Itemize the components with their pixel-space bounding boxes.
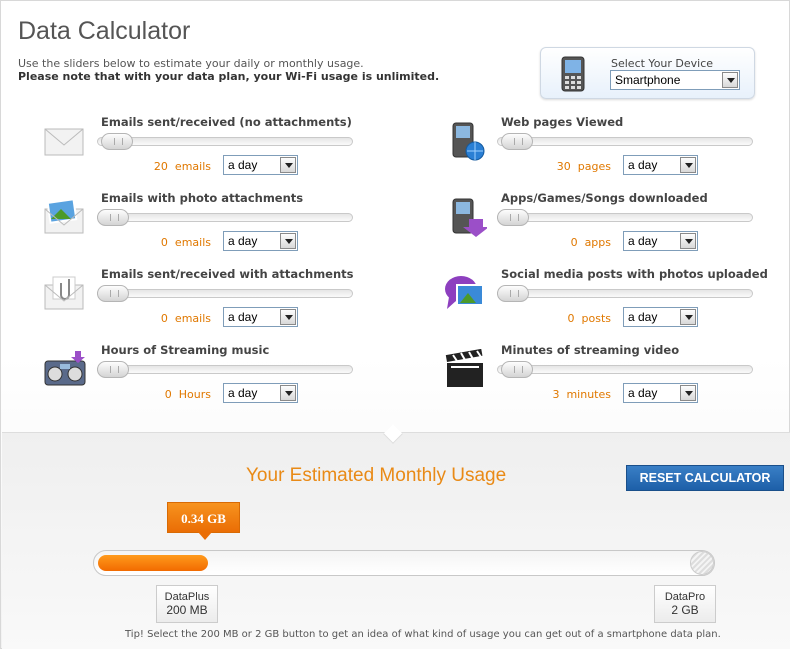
slider-track[interactable]: [97, 361, 353, 378]
usage-title: Your Estimated Monthly Usage: [246, 465, 507, 486]
slider-amount: 0 posts: [567, 312, 612, 325]
chevron-down-icon[interactable]: [280, 385, 296, 401]
clapperboard-icon: [445, 349, 483, 387]
slider-track[interactable]: [97, 285, 353, 302]
slider-amount: 30 pages: [556, 160, 611, 173]
usage-bar-fill: [98, 555, 208, 571]
slider-label: Emails with photo attachments: [101, 191, 304, 205]
slider-track[interactable]: [97, 133, 353, 150]
slider-label: Apps/Games/Songs downloaded: [501, 191, 708, 205]
chevron-down-icon[interactable]: [722, 72, 738, 88]
slider-label: Minutes of streaming video: [501, 343, 680, 357]
period-select[interactable]: a day: [623, 383, 698, 403]
usage-bar: [93, 550, 715, 576]
intro-text: Use the sliders below to estimate your d…: [18, 57, 364, 70]
envelope-icon: [44, 128, 84, 156]
slider-thumb[interactable]: [97, 285, 129, 302]
device-select-label: Select Your Device: [611, 57, 714, 70]
slider-thumb[interactable]: [501, 133, 533, 150]
slider-thumb[interactable]: [497, 209, 529, 226]
slider-amount: 0 apps: [570, 236, 611, 249]
period-select[interactable]: a day: [223, 155, 298, 175]
calculator-panel: Data Calculator Use the sliders below to…: [0, 0, 790, 649]
wifi-note: Please note that with your data plan, yo…: [18, 70, 440, 83]
chevron-down-icon[interactable]: [280, 309, 296, 325]
slider-label: Emails sent/received (no attachments): [101, 115, 352, 129]
usage-bar-end: [690, 551, 714, 575]
slider-streaming-video: Minutes of streaming video 3 minutes a d…: [443, 343, 790, 419]
dataplus-plan-button[interactable]: DataPlus 200 MB: [156, 585, 218, 623]
slider-thumb[interactable]: [97, 361, 129, 378]
period-select[interactable]: a day: [623, 307, 698, 327]
slider-web-pages: Web pages Viewed 30 pages a day: [443, 115, 790, 191]
plan-size: 2 GB: [671, 603, 699, 617]
slider-thumb[interactable]: [101, 133, 133, 150]
slider-amount: 0 emails: [160, 312, 211, 325]
slider-track[interactable]: [97, 209, 353, 226]
slider-amount: 0 Hours: [164, 388, 211, 401]
chevron-down-icon[interactable]: [280, 157, 296, 173]
period-select[interactable]: a day: [223, 307, 298, 327]
period-select[interactable]: a day: [223, 231, 298, 251]
slider-label: Social media posts with photos uploaded: [501, 267, 768, 281]
slider-label: Hours of Streaming music: [101, 343, 270, 357]
slider-apps-downloaded: Apps/Games/Songs downloaded 0 apps a day: [443, 191, 790, 267]
slider-track[interactable]: [497, 361, 753, 378]
paperclip-envelope-icon: [44, 276, 84, 310]
chevron-down-icon[interactable]: [680, 385, 696, 401]
slider-emails-no-attachments: Emails sent/received (no attachments) 20…: [43, 115, 423, 191]
slider-label: Web pages Viewed: [501, 115, 624, 129]
phone-download-icon: [452, 198, 487, 237]
slider-track[interactable]: [497, 209, 753, 226]
slider-label: Emails sent/received with attachments: [101, 267, 354, 281]
period-select[interactable]: a day: [623, 155, 698, 175]
slider-track[interactable]: [497, 285, 753, 302]
chevron-down-icon[interactable]: [680, 157, 696, 173]
plan-name: DataPro: [664, 591, 706, 603]
smartphone-icon: [561, 56, 585, 92]
device-select-value: Smartphone: [615, 73, 681, 87]
plan-size: 200 MB: [166, 603, 208, 617]
usage-amount-bubble: 0.34 GB: [167, 502, 240, 540]
slider-amount: 0 emails: [160, 236, 211, 249]
slider-amount: 3 minutes: [552, 388, 611, 401]
slider-thumb[interactable]: [501, 361, 533, 378]
photo-envelope-icon: [44, 198, 84, 234]
chevron-down-icon[interactable]: [280, 233, 296, 249]
slider-streaming-music: Hours of Streaming music 0 Hours a day: [43, 343, 423, 419]
boombox-icon: [44, 351, 86, 386]
slider-thumb[interactable]: [497, 285, 529, 302]
phone-globe-icon: [452, 122, 485, 161]
slider-track[interactable]: [497, 133, 753, 150]
slider-emails-photo-attachments: Emails with photo attachments 0 emails a…: [43, 191, 423, 267]
device-select[interactable]: Smartphone: [610, 70, 740, 90]
chat-photo-icon: [445, 276, 484, 309]
chevron-down-icon[interactable]: [680, 309, 696, 325]
tip-text: Tip! Select the 200 MB or 2 GB button to…: [125, 629, 721, 640]
slider-amount: 20 emails: [153, 160, 211, 173]
device-selector-box: Select Your Device Smartphone: [540, 47, 755, 99]
slider-social-media-posts: Social media posts with photos uploaded …: [443, 267, 790, 343]
chevron-down-icon[interactable]: [680, 233, 696, 249]
reset-calculator-button[interactable]: RESET CALCULATOR: [626, 465, 784, 491]
datapro-plan-button[interactable]: DataPro 2 GB: [654, 585, 716, 623]
period-select[interactable]: a day: [223, 383, 298, 403]
slider-thumb[interactable]: [97, 209, 129, 226]
page-title: Data Calculator: [18, 17, 191, 45]
slider-emails-with-attachments: Emails sent/received with attachments 0 …: [43, 267, 423, 343]
period-select[interactable]: a day: [623, 231, 698, 251]
plan-name: DataPlus: [164, 591, 210, 603]
